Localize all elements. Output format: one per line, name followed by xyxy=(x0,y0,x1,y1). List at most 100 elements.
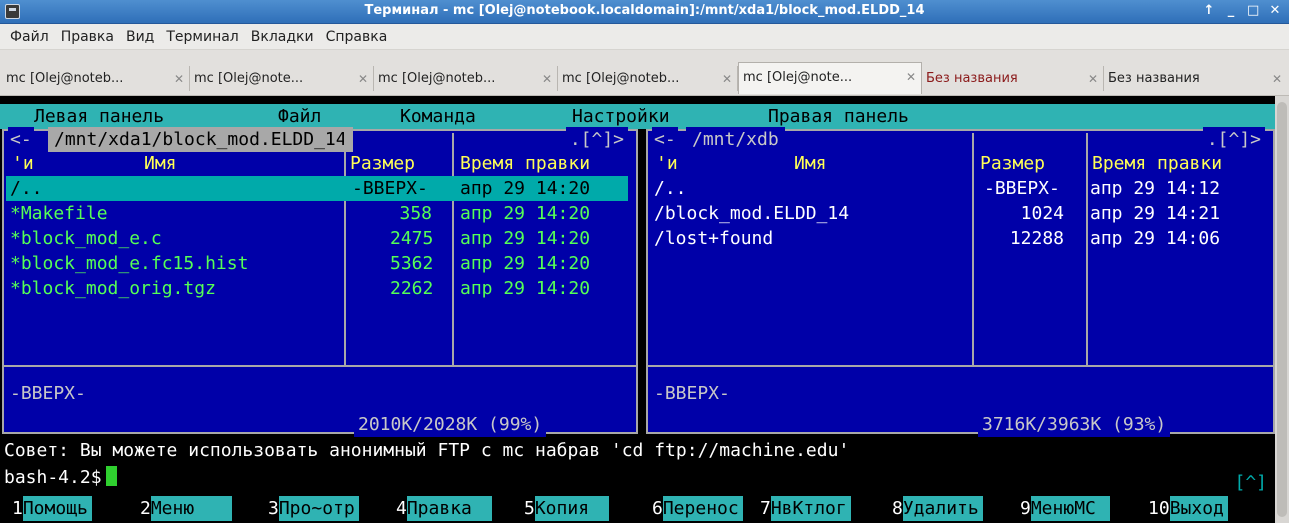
tab-7[interactable]: Без названия ✕ xyxy=(1104,66,1287,91)
tab-6[interactable]: Без названия ✕ xyxy=(922,66,1104,91)
f2-menu-button[interactable]: 2 Меню xyxy=(140,496,233,521)
menu-edit[interactable]: Правка xyxy=(61,29,114,45)
close-tab-icon[interactable]: ✕ xyxy=(542,72,552,86)
file-row[interactable]: *block_mod_e.c 2475 апр 29 14:20 xyxy=(10,226,632,251)
close-tab-icon[interactable]: ✕ xyxy=(174,72,184,86)
right-panel[interactable]: <- /mnt/xdb .[^]> 'и Имя Размер Время пр… xyxy=(646,127,1275,437)
header-flag[interactable]: 'и xyxy=(656,151,678,176)
header-size[interactable]: Размер xyxy=(350,151,415,176)
mc-menu-right-panel[interactable]: Правая панель xyxy=(768,104,909,129)
header-time[interactable]: Время правки xyxy=(1092,151,1222,176)
close-tab-icon[interactable]: ✕ xyxy=(906,70,916,84)
mc-menubar: Левая панель Файл Команда Настройки Прав… xyxy=(0,104,1275,129)
header-time[interactable]: Время правки xyxy=(460,151,590,176)
panel-left-corner[interactable]: <- xyxy=(8,127,34,152)
mc-menu-command[interactable]: Команда xyxy=(400,104,476,129)
mc-menu-file[interactable]: Файл xyxy=(278,104,321,129)
close-icon[interactable]: ✕ xyxy=(1269,3,1281,19)
panel-info-line: -ВВЕРХ- xyxy=(10,383,86,404)
f5-copy-button[interactable]: 5 Копия xyxy=(524,496,610,521)
panel-left-corner[interactable]: <- xyxy=(652,127,678,152)
close-tab-icon[interactable]: ✕ xyxy=(722,72,732,86)
panel-history-corner[interactable]: .[^]> xyxy=(565,127,628,152)
scrollbar[interactable] xyxy=(1275,96,1289,523)
file-name: *Makefile xyxy=(10,203,108,224)
file-time: апр 29 14:12 xyxy=(1090,178,1221,199)
header-flag[interactable]: 'и xyxy=(12,151,34,176)
file-row[interactable]: /block_mod.ELDD_14 1024 апр 29 14:21 xyxy=(654,201,1269,226)
file-size: -ВВЕРХ- xyxy=(984,178,1060,199)
f6-move-button[interactable]: 6 Перенос xyxy=(652,496,743,521)
window-titlebar[interactable]: Терминал - mc [Olej@notebook.localdomain… xyxy=(0,0,1289,24)
menu-tabs[interactable]: Вкладки xyxy=(251,29,314,45)
file-size: 2475 xyxy=(390,228,434,249)
header-name[interactable]: Имя xyxy=(144,151,177,176)
scrollbar-thumb[interactable] xyxy=(1277,102,1287,517)
tab-4[interactable]: mc [Olej@noteb... ✕ xyxy=(558,66,738,91)
maximize-icon[interactable]: □ xyxy=(1247,3,1259,19)
f4-edit-button[interactable]: 4 Правка xyxy=(396,496,492,521)
file-time: апр 29 14:20 xyxy=(460,278,591,299)
f7-mkdir-button[interactable]: 7 НвКтлог xyxy=(760,496,851,521)
file-name: *block_mod_orig.tgz xyxy=(10,278,216,299)
command-line[interactable]: bash-4.2$ xyxy=(4,465,117,490)
left-panel[interactable]: <- /mnt/xda1/block_mod.ELDD_14 .[^]> 'и … xyxy=(2,127,638,437)
menu-view[interactable]: Вид xyxy=(126,29,154,45)
header-size[interactable]: Размер xyxy=(980,151,1045,176)
file-time: апр 29 14:20 xyxy=(460,228,591,249)
file-size: -ВВЕРХ- xyxy=(352,178,428,199)
function-key-bar: 1 Помощь 2 Меню 3 Про~отр 4 Правка 5 Копия 6П… xyxy=(4,494,1275,521)
file-size: 2262 xyxy=(390,278,434,299)
close-tab-icon[interactable]: ✕ xyxy=(1272,72,1282,86)
header-name[interactable]: Имя xyxy=(794,151,827,176)
terminal-area[interactable]: Левая панель Файл Команда Настройки Прав… xyxy=(0,96,1289,523)
file-time: апр 29 14:21 xyxy=(1090,203,1221,224)
close-tab-icon[interactable]: ✕ xyxy=(358,72,368,86)
file-size: 12288 xyxy=(1009,228,1064,249)
tab-2[interactable]: mc [Olej@note... ✕ xyxy=(190,66,374,91)
command-history-button[interactable]: [^] xyxy=(1234,470,1267,495)
file-size: 1024 xyxy=(1020,203,1064,224)
file-name: *block_mod_e.fc15.hist xyxy=(10,253,249,274)
f9-menumc-button[interactable]: 9 МенюMC xyxy=(1020,496,1110,521)
minimize-icon[interactable]: _ xyxy=(1225,3,1237,19)
f1-help-button[interactable]: 1 Помощь xyxy=(12,496,92,521)
f3-view-button[interactable]: 3 Про~отр xyxy=(268,496,359,521)
file-row[interactable]: *block_mod_e.fc15.hist 5362 апр 29 14:20 xyxy=(10,251,632,276)
f8-delete-button[interactable]: 8 Удалить xyxy=(892,496,983,521)
tab-label: Без названия xyxy=(926,71,1018,86)
left-panel-path[interactable]: /mnt/xda1/block_mod.ELDD_14 xyxy=(48,127,353,152)
menu-terminal[interactable]: Терминал xyxy=(166,29,238,45)
file-row[interactable]: /.. -ВВЕРХ- апр 29 14:12 xyxy=(654,176,1269,201)
menu-help[interactable]: Справка xyxy=(326,29,388,45)
file-name: /.. xyxy=(10,178,43,199)
panel-history-corner[interactable]: .[^]> xyxy=(1202,127,1265,152)
file-row[interactable]: *block_mod_orig.tgz 2262 апр 29 14:20 xyxy=(10,276,632,301)
tab-label: mc [Olej@noteb... xyxy=(562,71,680,86)
close-tab-icon[interactable]: ✕ xyxy=(1088,72,1098,86)
menu-file[interactable]: Файл xyxy=(10,29,49,45)
window-title: Терминал - mc [Olej@notebook.localdomain… xyxy=(364,3,925,18)
file-row[interactable]: /lost+found 12288 апр 29 14:06 xyxy=(654,226,1269,251)
tab-label: mc [Olej@note... xyxy=(743,69,853,85)
file-time: апр 29 14:06 xyxy=(1090,228,1221,249)
file-name: /lost+found xyxy=(654,228,774,249)
left-panel-header: 'и Имя Размер Время правки xyxy=(4,151,636,176)
file-row-selected[interactable]: /.. -ВВЕРХ- апр 29 14:20 xyxy=(6,176,628,201)
right-panel-path[interactable]: /mnt/xdb xyxy=(686,127,785,152)
tab-1[interactable]: mc [Olej@noteb... ✕ xyxy=(2,66,190,91)
text-cursor xyxy=(105,466,117,486)
mc-menu-settings[interactable]: Настройки xyxy=(572,104,670,129)
file-row[interactable]: *Makefile 358 апр 29 14:20 xyxy=(10,201,632,226)
menubar: Файл Правка Вид Терминал Вкладки Справка xyxy=(0,24,1289,50)
panel-info-line: -ВВЕРХ- xyxy=(654,383,730,404)
file-time: апр 29 14:20 xyxy=(460,178,591,199)
f10-exit-button[interactable]: 10 Выход xyxy=(1148,496,1228,521)
keep-above-icon[interactable]: ↑ xyxy=(1203,3,1215,19)
tab-5-active[interactable]: mc [Olej@note... ✕ xyxy=(738,62,922,94)
panel-divider xyxy=(648,365,1273,367)
mc-menu-left-panel[interactable]: Левая панель xyxy=(34,104,164,129)
tab-3[interactable]: mc [Olej@noteb... ✕ xyxy=(374,66,558,91)
disk-usage-footer: 2010K/2028K (99%) xyxy=(354,412,547,437)
panel-divider xyxy=(4,365,636,367)
